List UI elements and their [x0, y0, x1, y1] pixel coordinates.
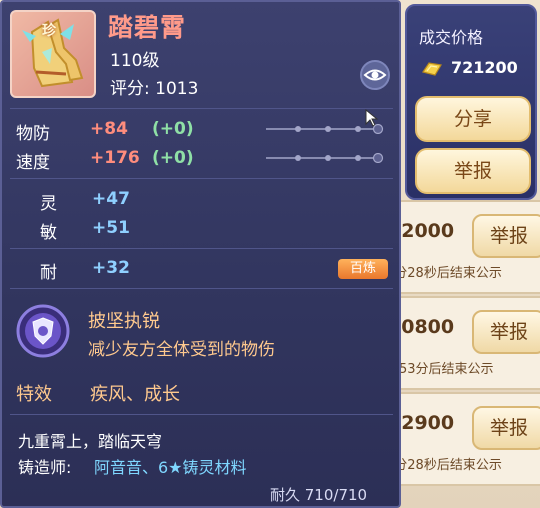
list-item[interactable]: 52900 举报 3分28秒后结束公示: [380, 392, 540, 486]
item-score: 评分: 1013: [110, 79, 199, 99]
listing-timer: 3分28秒后结束公示: [386, 458, 502, 473]
skill-shield-icon: [16, 304, 70, 358]
report-button[interactable]: 举报: [415, 148, 531, 194]
list-item[interactable]: 00800 举报 时53分后结束公示: [380, 296, 540, 390]
divider: [10, 288, 393, 289]
report-button[interactable]: 举报: [472, 406, 540, 450]
stat-label-defense: 物防: [16, 124, 50, 144]
attr-value-endurance: +32: [92, 258, 130, 278]
item-level: 110级: [110, 51, 160, 71]
effect-label: 特效: [16, 384, 52, 405]
stat-bonus-speed: (+0): [152, 148, 194, 168]
deal-price-value: 721200: [451, 58, 518, 77]
skill-name: 披坚执锐: [88, 311, 160, 332]
stat-value-defense: +84: [90, 119, 128, 139]
listing-timer: 时53分后结束公示: [386, 362, 494, 377]
divider: [10, 108, 393, 109]
smith-value: 阿音音、6★铸灵材料: [94, 458, 247, 477]
divider: [10, 248, 393, 249]
rarity-badge: 珍: [42, 23, 56, 39]
attr-label-agility: 敏: [40, 223, 57, 243]
deal-price-label: 成交价格: [419, 28, 484, 47]
listing-timer: 3分28秒后结束公示: [386, 266, 502, 281]
durability: 耐久 710/710: [270, 486, 368, 504]
report-button[interactable]: 举报: [472, 310, 540, 354]
attr-label-endurance: 耐: [40, 263, 57, 283]
preview-button[interactable]: [360, 60, 390, 90]
eye-icon: [363, 69, 387, 81]
attr-label-spirit: 灵: [40, 194, 57, 214]
divider: [10, 178, 393, 179]
attr-value-agility: +51: [92, 218, 130, 238]
attr-value-spirit: +47: [92, 189, 130, 209]
stat-slider-speed: [266, 153, 384, 163]
share-button[interactable]: 分享: [415, 96, 531, 142]
stat-label-speed: 速度: [16, 153, 50, 173]
gold-ingot-icon: [422, 62, 442, 76]
skill-description: 减少友方全体受到的物伤: [88, 340, 275, 360]
stat-value-speed: +176: [90, 148, 140, 168]
flavor-text: 九重霄上，踏临天穹: [18, 432, 163, 451]
report-button[interactable]: 举报: [472, 214, 540, 258]
item-name: 踏碧霄: [108, 13, 187, 42]
list-item[interactable]: 02000 举报 3分28秒后结束公示: [380, 200, 540, 294]
effect-value: 疾风、成长: [90, 384, 180, 405]
divider: [10, 414, 393, 415]
stat-bonus-defense: (+0): [152, 119, 194, 139]
smith-label: 铸造师:: [18, 458, 72, 477]
item-tooltip: 珍 踏碧霄 110级 评分: 1013 物防 +84 (+0) 速度 +176 …: [0, 0, 401, 508]
stat-slider-defense: [266, 124, 384, 134]
deal-price-panel: 成交价格 721200 分享 举报: [405, 4, 537, 200]
item-thumbnail: 珍: [10, 10, 96, 98]
forge-badge: 百炼: [338, 259, 388, 279]
